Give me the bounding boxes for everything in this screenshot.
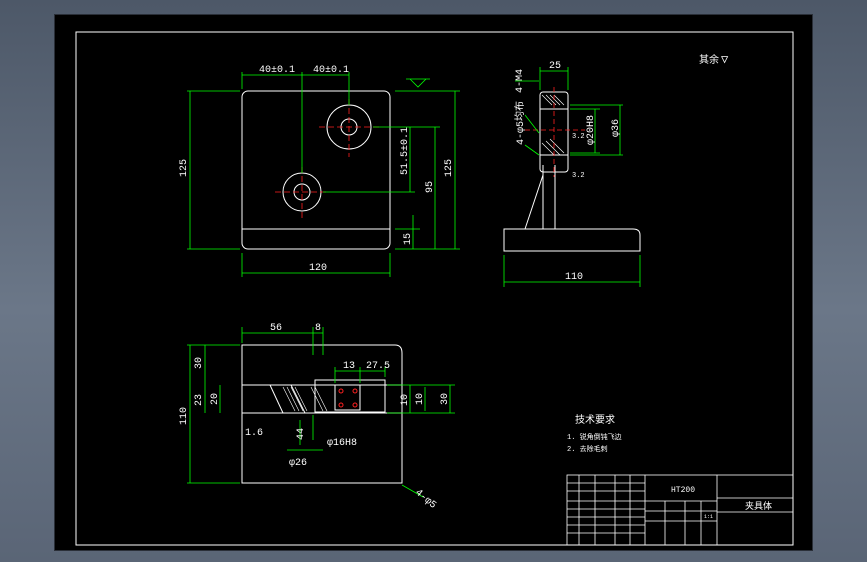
dim-110: 110 — [179, 407, 190, 425]
dim-4-phi5: 4-φ5 — [412, 488, 437, 512]
dim-surface-a: 3.2 — [572, 133, 585, 141]
dim-base: 15 — [403, 233, 414, 245]
tech-title: 技术要求 — [575, 413, 615, 427]
dim-bore-b: φ36 — [611, 119, 622, 137]
drawing-sheet: 40±0.1 40±0.1 125 125 51.5±0.1 95 15 120 — [54, 14, 813, 551]
dim-side-base: 110 — [565, 272, 583, 283]
engineering-drawing: 40±0.1 40±0.1 125 125 51.5±0.1 95 15 120 — [75, 31, 794, 546]
title-part-name: 夹具体 — [745, 500, 772, 512]
roughness-note-symbol: ▽ — [721, 53, 729, 67]
tech-requirements: 技术要求 1. 锐角倒钝飞边 2. 去除毛刺 — [567, 413, 622, 454]
dim-10: 10 — [400, 394, 411, 406]
tech-item-1: 1. 锐角倒钝飞边 — [567, 432, 622, 442]
dim-13: 13 — [343, 361, 355, 372]
roughness-note: 其余 ▽ — [699, 53, 729, 67]
dim-56: 56 — [270, 323, 282, 334]
dim-20: 20 — [210, 393, 221, 405]
dim-side-top: 25 — [549, 61, 561, 72]
dim-width: 120 — [309, 263, 327, 274]
title-material: HT200 — [671, 486, 695, 495]
roughness-1-6: 1.6 — [245, 428, 263, 439]
dim-surface-b: 3.2 — [572, 172, 585, 180]
dim-23: 23 — [194, 394, 205, 406]
roughness-note-text: 其余 — [699, 53, 719, 67]
dim-right-height: 125 — [444, 159, 455, 177]
frame — [75, 31, 794, 546]
tech-item-2: 2. 去除毛刺 — [567, 444, 608, 454]
dim-44: 44 — [296, 428, 307, 440]
side-view: 25 4-M4 4-φ5均布 φ20H8 φ36 3.2 3.2 110 — [503, 61, 641, 287]
dim-bolt-circle: 4-φ5均布 — [514, 101, 527, 145]
dim-bore-a: φ20H8 — [586, 115, 597, 145]
title-block: HT200 夹具体 1:1 — [566, 474, 794, 546]
dim-left-height: 125 — [179, 159, 190, 177]
dim-8: 8 — [315, 323, 321, 334]
dim-phi26: φ26 — [289, 458, 307, 469]
title-scale: 1:1 — [704, 514, 713, 520]
dim-10b: 10 — [415, 393, 426, 405]
front-view: 40±0.1 40±0.1 125 125 51.5±0.1 95 15 120 — [179, 65, 460, 277]
dim-thread: 4-M4 — [515, 69, 526, 93]
dim-top-right: 40±0.1 — [313, 65, 349, 76]
dim-phi16: φ16H8 — [327, 438, 357, 449]
dim-mid-height: 95 — [425, 181, 436, 193]
dim-top-left: 40±0.1 — [259, 65, 295, 76]
dim-30: 30 — [194, 357, 205, 369]
dim-27-5: 27.5 — [366, 361, 390, 372]
top-view: 56 8 30 13 27.5 110 23 20 10 10 30 1.6 4… — [179, 323, 455, 512]
dim-30b: 30 — [440, 393, 451, 405]
dim-hole-spacing: 51.5±0.1 — [400, 127, 411, 175]
